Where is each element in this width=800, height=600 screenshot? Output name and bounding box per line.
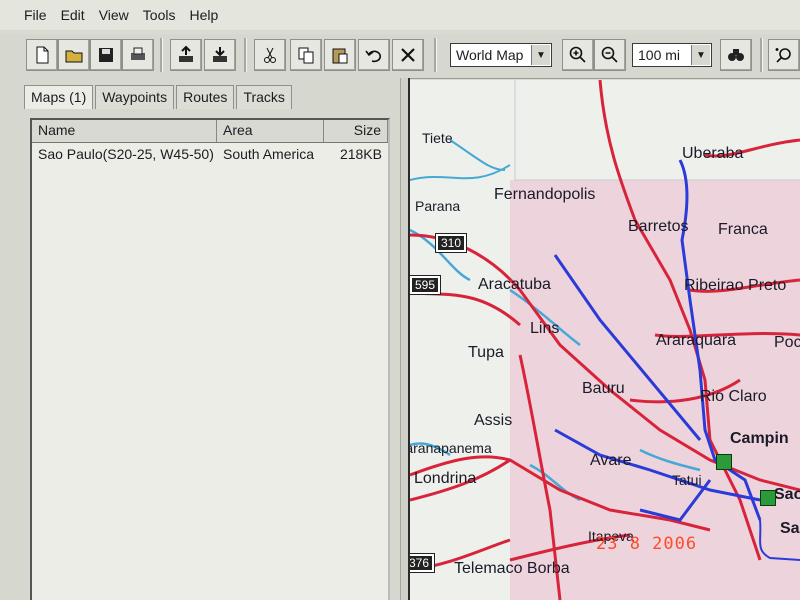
scale-select[interactable]: 100 mi ▼ — [632, 43, 712, 67]
highway-shield: 376 — [410, 553, 436, 573]
map-label-city: Rio Claro — [700, 388, 767, 405]
map-label-city: Poc — [774, 334, 800, 351]
column-header-name[interactable]: Name — [32, 120, 217, 142]
column-header-area[interactable]: Area — [217, 120, 324, 142]
find-button[interactable] — [720, 39, 752, 71]
menu-edit[interactable]: Edit — [54, 7, 92, 23]
map-label-city: Franca — [718, 221, 768, 238]
zoom-in-button[interactable] — [562, 39, 594, 71]
map-select-value: World Map — [456, 47, 524, 63]
new-button[interactable] — [26, 39, 58, 71]
map-label-city: Araraquara — [656, 332, 737, 349]
highway-shield: 310 — [434, 233, 468, 253]
left-panel: Maps (1) Waypoints Routes Tracks Name Ar… — [0, 78, 402, 600]
print-icon — [131, 47, 145, 60]
scale-select-value: 100 mi — [638, 47, 681, 63]
chevron-down-icon[interactable]: ▼ — [531, 45, 550, 65]
toolbar-separator — [760, 38, 763, 72]
menu-tools[interactable]: Tools — [136, 7, 183, 23]
maps-list: Name Area Size Sao Paulo(S20-25, W45-50)… — [30, 118, 390, 600]
save-button[interactable] — [90, 39, 122, 71]
receive-from-device-button[interactable] — [204, 39, 236, 71]
send-to-device-icon — [179, 45, 193, 62]
waypoint-icon[interactable] — [716, 454, 732, 470]
map-label-city: Ribeirao Preto — [684, 277, 787, 294]
map-label-city: Telemaco Borba — [454, 560, 570, 577]
tab-waypoints[interactable]: Waypoints — [95, 85, 175, 109]
map-label-city: Tatui — [672, 472, 702, 488]
map-label-city: Avare — [590, 452, 632, 469]
copy-button[interactable] — [290, 39, 322, 71]
menu-bar: File Edit View Tools Help — [0, 0, 800, 30]
map-name: Sao Paulo(S20-25, W45-50) — [38, 146, 214, 162]
map-label-city: Campin — [730, 430, 789, 447]
paste-button[interactable] — [324, 39, 356, 71]
tab-routes[interactable]: Routes — [176, 85, 235, 109]
receive-from-device-icon — [213, 47, 227, 62]
save-icon — [99, 48, 113, 62]
zoom-out-button[interactable] — [594, 39, 626, 71]
map-label-city: Uberaba — [682, 145, 744, 162]
menu-file[interactable]: File — [0, 7, 54, 23]
open-icon — [65, 50, 83, 63]
cut-icon — [264, 47, 276, 63]
find-icon — [728, 49, 744, 61]
delete-button[interactable] — [392, 39, 424, 71]
map-label-city: Tiete — [422, 130, 453, 146]
chevron-down-icon[interactable]: ▼ — [691, 45, 710, 65]
map-grid-line — [514, 80, 800, 181]
table-row[interactable]: Sao Paulo(S20-25, W45-50) South America … — [32, 143, 388, 165]
map-label-city: Tupa — [468, 344, 504, 361]
map-label-city: Assis — [474, 412, 513, 429]
send-to-device-button[interactable] — [170, 39, 202, 71]
tab-tracks[interactable]: Tracks — [236, 85, 292, 109]
map-label-city: Paranapanema — [410, 440, 492, 456]
map-label-city: Sa — [780, 520, 800, 537]
zoom-tool-icon — [775, 48, 791, 63]
map-view[interactable]: Tiete Uberaba Fernandopolis Parana Barre… — [410, 80, 800, 600]
undo-button[interactable] — [358, 39, 390, 71]
camera-datestamp: 23 8 2006 — [596, 534, 698, 554]
map-label-city: Londrina — [414, 470, 477, 487]
paste-icon — [332, 48, 348, 64]
toolbar-separator — [160, 38, 163, 72]
waypoint-icon[interactable] — [760, 490, 776, 506]
zoom-in-icon — [569, 46, 586, 63]
toolbar-separator — [434, 38, 437, 72]
pane-splitter[interactable] — [400, 78, 410, 600]
list-header: Name Area Size — [32, 120, 388, 143]
tab-maps[interactable]: Maps (1) — [24, 85, 94, 109]
map-area: South America — [223, 146, 315, 162]
toolbar-separator — [244, 38, 247, 72]
undo-icon — [365, 50, 382, 63]
new-icon — [36, 46, 49, 64]
copy-icon — [298, 47, 314, 64]
zoom-out-icon — [601, 46, 618, 63]
map-size: 218KB — [339, 146, 382, 162]
tab-bar: Maps (1) Waypoints Routes Tracks — [24, 85, 294, 109]
map-label-city: Aracatuba — [478, 276, 551, 293]
river — [410, 139, 511, 181]
open-button[interactable] — [58, 39, 90, 71]
map-label-city: Barretos — [628, 218, 689, 235]
map-label-city: Sao — [774, 486, 800, 503]
cut-button[interactable] — [254, 39, 286, 71]
delete-icon — [401, 48, 415, 62]
map-select[interactable]: World Map ▼ — [450, 43, 552, 67]
menu-view[interactable]: View — [92, 7, 136, 23]
map-label-city: Bauru — [582, 380, 625, 397]
menu-help[interactable]: Help — [182, 7, 225, 23]
map-label-city: Lins — [530, 320, 560, 337]
column-header-size[interactable]: Size — [324, 120, 388, 142]
highway-shield: 595 — [410, 275, 442, 295]
map-label-city: Fernandopolis — [494, 186, 596, 203]
zoom-tool-button[interactable] — [768, 39, 800, 71]
print-button[interactable] — [122, 39, 154, 71]
map-label-city: Parana — [415, 198, 461, 214]
toolbar: World Map ▼ 100 mi ▼ — [0, 34, 800, 79]
